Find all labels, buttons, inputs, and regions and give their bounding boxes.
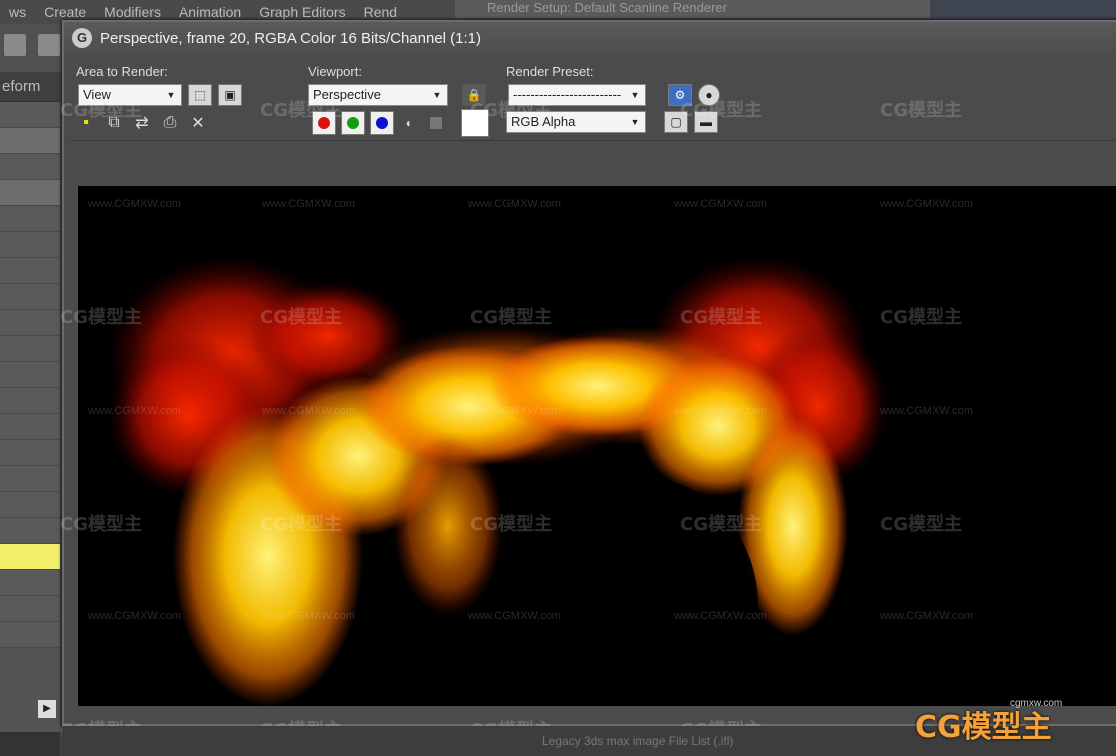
menu-item-modifiers[interactable]: Modifiers (95, 4, 170, 20)
watermark-url: www.CGMXW.com (674, 198, 767, 210)
list-item[interactable] (0, 336, 60, 362)
command-panel: eform ▶ (0, 72, 60, 756)
watermark-logo: CG模型主 (470, 307, 552, 328)
chevron-down-icon: ▼ (432, 90, 442, 100)
rendered-image (78, 186, 1116, 706)
chevron-down-icon: ▼ (166, 90, 176, 100)
list-item[interactable] (0, 128, 60, 154)
main-toolbar (0, 24, 70, 72)
list-item[interactable] (0, 596, 60, 622)
list-item[interactable] (0, 362, 60, 388)
blue-channel-toggle[interactable] (370, 111, 394, 135)
edit-region-icon: ⬚ (194, 88, 206, 102)
chevron-down-icon: ▼ (630, 90, 640, 100)
watermark-url: www.CGMXW.com (262, 405, 355, 417)
panel-bottom (0, 732, 60, 756)
list-item[interactable] (0, 206, 60, 232)
viewport-label: Viewport: (308, 64, 362, 79)
render-preset-label: Render Preset: (506, 64, 594, 79)
swatch (430, 117, 442, 129)
render-setup-title-bar[interactable]: Render Setup: Default Scanline Renderer (455, 0, 935, 18)
watermark-logo: CG模型主 (880, 514, 962, 535)
green-channel-icon (347, 117, 359, 129)
watermark-logo: CG模型主 (60, 514, 142, 535)
monochrome-toggle-icon[interactable]: ◖ (398, 113, 418, 133)
list-item[interactable] (0, 232, 60, 258)
corner-watermark-logo: CG模型主 (915, 710, 1052, 745)
window-title: Perspective, frame 20, RGBA Color 16 Bit… (100, 29, 482, 47)
watermark-url: www.CGMXW.com (468, 610, 561, 622)
print-icon[interactable]: ⎙ (160, 113, 180, 133)
list-item[interactable] (0, 414, 60, 440)
toolbar-icon[interactable] (38, 34, 60, 56)
chevron-down-icon: ▼ (630, 117, 640, 127)
fire-render (108, 256, 888, 706)
watermark-url: www.CGMXW.com (88, 610, 181, 622)
menu-item-views[interactable]: ws (0, 4, 35, 20)
watermark-logo: CG模型主 (880, 307, 962, 328)
list-item[interactable] (0, 154, 60, 180)
app-root: ws Create Modifiers Animation Graph Edit… (0, 0, 1116, 756)
scroll-right-arrow-icon[interactable]: ▶ (38, 700, 56, 718)
toolbar-icon[interactable] (4, 34, 26, 56)
watermark-logo: CG模型主 (680, 307, 762, 328)
watermark-url: www.CGMXW.com (674, 405, 767, 417)
watermark-logo: CG模型主 (470, 100, 552, 121)
watermark-url: www.CGMXW.com (88, 198, 181, 210)
list-item[interactable] (0, 570, 60, 596)
menu-item-create[interactable]: Create (35, 4, 95, 20)
blue-channel-icon (376, 117, 388, 129)
watermark-logo: CG模型主 (60, 307, 142, 328)
watermark-url: www.CGMXW.com (262, 610, 355, 622)
list-item[interactable] (0, 102, 60, 128)
watermark-logo: CG模型主 (470, 514, 552, 535)
watermark-logo: CG模型主 (260, 307, 342, 328)
menu-item-rendering[interactable]: Rend (355, 4, 406, 20)
list-item[interactable] (0, 622, 60, 648)
controls-divider (70, 140, 1116, 141)
watermark-url: www.CGMXW.com (88, 405, 181, 417)
menu-item-animation[interactable]: Animation (170, 4, 250, 20)
list-item[interactable] (0, 258, 60, 284)
auto-region-button[interactable]: ▣ (218, 84, 242, 106)
area-to-render-label: Area to Render: (76, 64, 168, 79)
watermark-logo: CG模型主 (260, 514, 342, 535)
list-item[interactable] (0, 284, 60, 310)
watermark-url: www.CGMXW.com (880, 610, 973, 622)
watermark-logo: CG模型主 (680, 100, 762, 121)
status-text: Legacy 3ds max image File List (.ifl) (542, 734, 734, 748)
list-item[interactable] (0, 388, 60, 414)
clear-icon[interactable]: ✕ (188, 113, 208, 133)
window-title-bar[interactable]: G Perspective, frame 20, RGBA Color 16 B… (64, 22, 1116, 54)
watermark-logo: CG模型主 (680, 514, 762, 535)
list-item[interactable] (0, 440, 60, 466)
list-item[interactable] (0, 310, 60, 336)
clear-color-icon[interactable] (426, 113, 446, 133)
menu-item-graph-editors[interactable]: Graph Editors (250, 4, 354, 20)
list-item[interactable] (0, 466, 60, 492)
watermark-url: www.CGMXW.com (262, 198, 355, 210)
green-channel-toggle[interactable] (341, 111, 365, 135)
edit-region-button[interactable]: ⬚ (188, 84, 212, 106)
app-logo-icon: G (72, 28, 92, 48)
render-setup-title: Render Setup: Default Scanline Renderer (487, 0, 727, 15)
watermark-logo: CG模型主 (260, 100, 342, 121)
watermark-url: www.CGMXW.com (468, 198, 561, 210)
watermark-logo: CG模型主 (880, 100, 962, 121)
watermark-logo: CG模型主 (60, 100, 142, 121)
list-item-selected[interactable] (0, 544, 60, 570)
watermark-url: www.CGMXW.com (880, 405, 973, 417)
list-item[interactable] (0, 180, 60, 206)
list-item[interactable] (0, 518, 60, 544)
watermark-url: www.CGMXW.com (674, 610, 767, 622)
list-item[interactable] (0, 492, 60, 518)
command-panel-tab[interactable]: eform (0, 72, 60, 102)
watermark-url: www.CGMXW.com (880, 198, 973, 210)
watermark-url: www.CGMXW.com (468, 405, 561, 417)
auto-region-icon: ▣ (224, 88, 236, 102)
